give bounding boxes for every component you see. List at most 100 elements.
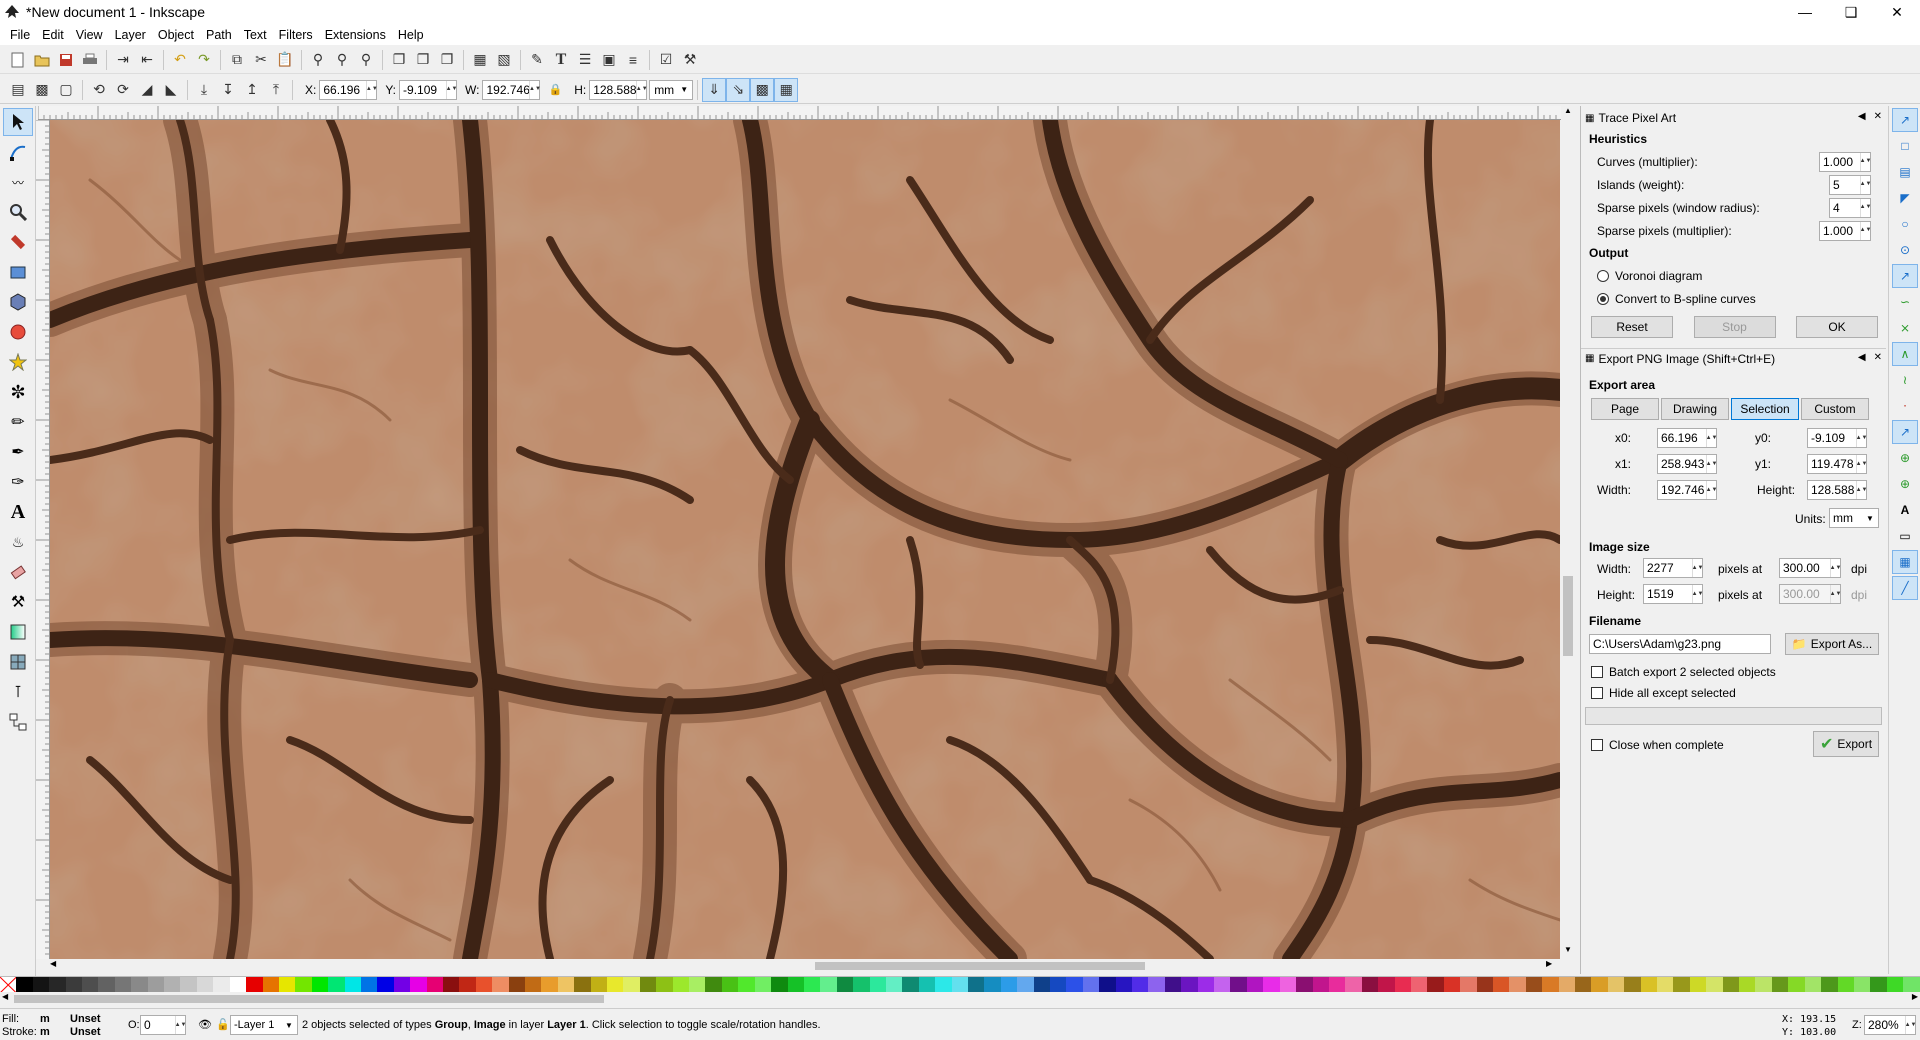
lower-icon[interactable]: ↧ — [216, 78, 240, 102]
flip-vertical-icon[interactable]: ◣ — [159, 78, 183, 102]
color-swatch[interactable] — [1870, 977, 1887, 993]
img-width-field[interactable]: ▲▼ — [1643, 558, 1703, 578]
x1-field[interactable]: ▲▼ — [1657, 454, 1717, 474]
scroll-down-arrow[interactable]: ▼ — [1561, 945, 1575, 959]
snap-text-baseline-icon[interactable]: A — [1892, 498, 1918, 522]
snap-line-midpoint-icon[interactable]: ⋅ — [1892, 394, 1918, 418]
panel-close-icon[interactable]: ✕ — [1874, 111, 1882, 122]
color-swatch[interactable] — [410, 977, 427, 993]
color-swatch[interactable] — [1115, 977, 1133, 993]
rectangle-tool-icon[interactable] — [3, 258, 33, 286]
color-swatch[interactable] — [311, 977, 329, 993]
snap-cusp-icon[interactable]: ∧ — [1892, 342, 1918, 366]
color-swatch[interactable] — [1312, 977, 1329, 993]
color-swatch[interactable] — [131, 977, 148, 993]
color-swatch[interactable] — [967, 977, 985, 993]
measure-tool-icon[interactable] — [3, 228, 33, 256]
close-when-complete-checkbox[interactable] — [1591, 738, 1603, 751]
color-swatch[interactable] — [1788, 977, 1805, 993]
panel-collapse-icon[interactable]: ◀ — [1858, 352, 1866, 363]
flip-horizontal-icon[interactable]: ◢ — [135, 78, 159, 102]
color-swatch[interactable] — [1591, 977, 1608, 993]
width-field[interactable]: ▲▼ — [1657, 480, 1717, 500]
tab-selection[interactable]: Selection — [1731, 398, 1799, 420]
color-swatch[interactable] — [213, 977, 230, 993]
height-field[interactable]: ▲▼ — [1807, 480, 1867, 500]
open-icon[interactable] — [30, 48, 54, 72]
undo-icon[interactable]: ↶ — [168, 48, 192, 72]
w-spin-arrows[interactable]: ▲▼ — [529, 80, 541, 99]
move-patterns-icon[interactable]: ▦ — [774, 77, 799, 102]
color-swatch[interactable] — [820, 977, 837, 993]
zoom-tool-icon[interactable] — [3, 198, 33, 226]
islands-field[interactable]: ▲▼ — [1829, 174, 1871, 195]
color-swatch[interactable] — [1443, 977, 1461, 993]
filename-input[interactable] — [1589, 634, 1771, 654]
unit-select[interactable]: mm ▼ — [649, 79, 694, 100]
hide-except-checkbox[interactable] — [1591, 687, 1603, 699]
color-swatch[interactable] — [1624, 977, 1641, 993]
color-swatch[interactable] — [541, 977, 558, 993]
lock-ratio-icon[interactable]: 🔒 — [548, 83, 562, 96]
drawing-canvas[interactable] — [50, 120, 1560, 959]
menu-edit[interactable]: Edit — [36, 28, 70, 42]
color-swatch[interactable] — [1246, 977, 1264, 993]
color-swatch[interactable] — [246, 977, 263, 993]
color-swatch[interactable] — [639, 977, 657, 993]
snap-smooth-icon[interactable]: ≀ — [1892, 368, 1918, 392]
color-swatch[interactable] — [1410, 977, 1428, 993]
snap-grids-icon[interactable]: ▦ — [1892, 550, 1918, 574]
color-swatch[interactable] — [114, 977, 132, 993]
color-swatch[interactable] — [98, 977, 115, 993]
dpi-field[interactable]: ▲▼ — [1779, 558, 1841, 578]
color-swatch[interactable] — [1853, 977, 1871, 993]
color-swatch[interactable] — [1345, 977, 1362, 993]
color-swatch[interactable] — [65, 977, 83, 993]
color-swatch[interactable] — [1755, 977, 1772, 993]
color-swatch[interactable] — [1361, 977, 1379, 993]
color-swatch[interactable] — [557, 977, 575, 993]
select-all-icon[interactable]: ▤ — [6, 78, 30, 102]
hide-except-option[interactable]: Hide all except selected — [1581, 683, 1886, 703]
color-swatch[interactable] — [574, 977, 591, 993]
zoom-selection-icon[interactable]: ⚲ — [306, 48, 330, 72]
color-swatch[interactable] — [1771, 977, 1789, 993]
color-swatch[interactable] — [1542, 977, 1559, 993]
horizontal-ruler[interactable] — [38, 106, 1561, 120]
close-button[interactable]: ✕ — [1874, 0, 1920, 24]
img-height-field[interactable]: ▲▼ — [1643, 584, 1703, 604]
color-swatch[interactable] — [1607, 977, 1625, 993]
group-icon[interactable]: ▦ — [468, 48, 492, 72]
horizontal-scrollbar[interactable]: ◀ ▶ — [50, 959, 1560, 973]
color-swatch[interactable] — [229, 977, 247, 993]
ok-button[interactable]: OK — [1796, 316, 1878, 338]
snap-object-center-icon[interactable]: ⊕ — [1892, 446, 1918, 470]
snap-guides-icon[interactable]: ╱ — [1892, 576, 1918, 600]
clone-icon[interactable]: ❐ — [411, 48, 435, 72]
cut-icon[interactable]: ✂ — [249, 48, 273, 72]
sparse-mult-field[interactable]: ▲▼ — [1819, 220, 1871, 241]
spray-tool-icon[interactable]: ♨ — [3, 528, 33, 556]
fill-stroke-indicator[interactable]: Fill: m Unset Stroke: m Unset — [2, 1013, 101, 1039]
3d-box-tool-icon[interactable] — [3, 288, 33, 316]
color-swatch[interactable] — [32, 977, 50, 993]
color-swatch[interactable] — [984, 977, 1001, 993]
zoom-page-icon[interactable]: ⚲ — [354, 48, 378, 72]
print-icon[interactable] — [78, 48, 102, 72]
color-swatch[interactable] — [164, 977, 181, 993]
color-swatch[interactable] — [1706, 977, 1723, 993]
horizontal-scroll-thumb[interactable] — [815, 962, 1145, 970]
color-swatch[interactable] — [1328, 977, 1346, 993]
color-swatch[interactable] — [1837, 977, 1854, 993]
stop-button[interactable]: Stop — [1693, 316, 1776, 338]
color-swatch[interactable] — [885, 977, 903, 993]
tab-custom[interactable]: Custom — [1801, 398, 1869, 420]
batch-export-option[interactable]: Batch export 2 selected objects — [1581, 660, 1886, 683]
duplicate-icon[interactable]: ❐ — [387, 48, 411, 72]
color-palette[interactable] — [0, 976, 1920, 994]
bspline-option[interactable]: Convert to B-spline curves — [1581, 287, 1886, 310]
y-spin-arrows[interactable]: ▲▼ — [446, 80, 457, 99]
menu-layer[interactable]: Layer — [109, 28, 152, 42]
sparse-radius-field[interactable]: ▲▼ — [1829, 197, 1871, 218]
new-document-icon[interactable] — [6, 48, 30, 72]
